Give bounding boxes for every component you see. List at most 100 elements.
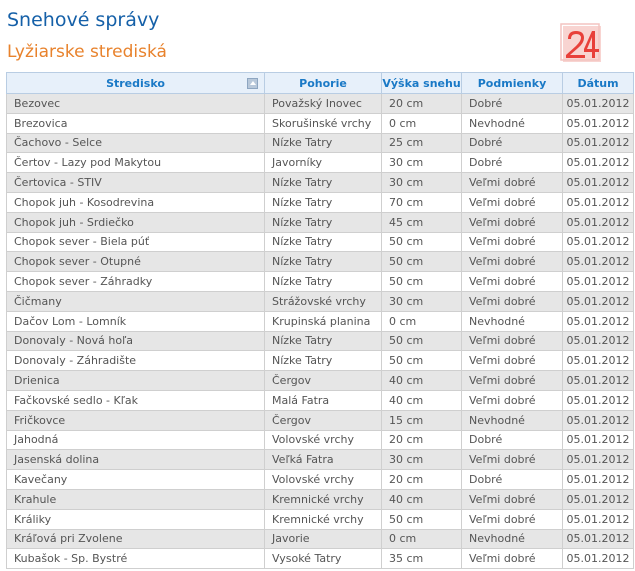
cell-conditions: Veľmi dobré — [461, 508, 563, 530]
cell-resort-name: Kavečany — [6, 469, 265, 490]
cell-report-date: 05.01.2012 — [562, 172, 634, 193]
cell-mountain-range: Volovské vrchy — [264, 469, 382, 490]
cell-mountain-range: Javorie — [264, 528, 382, 550]
column-header-stredisko[interactable]: Stredisko — [6, 72, 265, 94]
cell-snow-depth: 50 cm — [381, 271, 462, 292]
cell-mountain-range: Vysoké Tatry — [264, 548, 382, 570]
cell-conditions: Dobré — [461, 152, 563, 174]
cell-snow-depth: 20 cm — [381, 469, 462, 490]
table-row: Čertovica - STIV Nízke Tatry 30 cm Veľmi do… — [6, 172, 634, 193]
cell-snow-depth: 50 cm — [381, 330, 462, 352]
cell-snow-depth: 50 cm — [381, 508, 462, 530]
cell-snow-depth: 25 cm — [381, 132, 462, 154]
table-row: Chopok sever - Záhradky Nízke Tatry 50 cm V… — [6, 271, 634, 292]
column-header-vyska-snehu[interactable]: Výška snehu — [381, 72, 462, 94]
cell-resort-name: Jahodná — [6, 429, 265, 451]
cell-report-date: 05.01.2012 — [562, 330, 634, 352]
snow-report-table: Stredisko Pohorie Výška snehu Podmienky … — [6, 72, 634, 570]
cell-mountain-range: Nízke Tatry — [264, 251, 382, 273]
cell-snow-depth: 15 cm — [381, 409, 462, 431]
cell-conditions: Nevhodné — [461, 310, 563, 332]
cell-mountain-range: Skorušinské vrchy — [264, 112, 382, 134]
table-row: Chopok sever - Biela púť Nízke Tatry 50 cm… — [6, 231, 634, 253]
cell-resort-name: Dačov Lom - Lomník — [6, 310, 265, 332]
table-row: Kavečany Volovské vrchy 20 cm Dobré 05.01.20… — [6, 469, 634, 490]
cell-mountain-range: Nízke Tatry — [264, 350, 382, 372]
table-row: Jahodná Volovské vrchy 20 cm Dobré 05.01.201… — [6, 429, 634, 451]
cell-conditions: Veľmi dobré — [461, 271, 563, 292]
column-header-datum[interactable]: Dátum — [562, 72, 634, 94]
cell-conditions: Dobré — [461, 429, 563, 451]
table-row: Čertov - Lazy pod Makytou Javorníky 30 cm D… — [6, 152, 634, 174]
cell-resort-name: Brezovica — [6, 112, 265, 134]
cell-snow-depth: 30 cm — [381, 152, 462, 174]
column-header-pohorie[interactable]: Pohorie — [264, 72, 382, 94]
cell-resort-name: Krahule — [6, 488, 265, 510]
cell-snow-depth: 40 cm — [381, 370, 462, 391]
sort-ascending-icon[interactable] — [247, 78, 258, 89]
cell-resort-name: Jasenská dolina — [6, 449, 265, 471]
table-row: Chopok juh - Srdiečko Nízke Tatry 45 cm Veľ… — [6, 211, 634, 233]
cell-conditions: Veľmi dobré — [461, 330, 563, 352]
cell-snow-depth: 30 cm — [381, 290, 462, 312]
cell-resort-name: Čertov - Lazy pod Makytou — [6, 152, 265, 174]
cell-mountain-range: Volovské vrchy — [264, 429, 382, 451]
cell-report-date: 05.01.2012 — [562, 93, 634, 114]
cell-report-date: 05.01.2012 — [562, 528, 634, 550]
cell-conditions: Veľmi dobré — [461, 172, 563, 193]
cell-snow-depth: 45 cm — [381, 211, 462, 233]
cell-mountain-range: Považský Inovec — [264, 93, 382, 114]
cell-resort-name: Chopok juh - Kosodrevina — [6, 191, 265, 213]
cell-report-date: 05.01.2012 — [562, 508, 634, 530]
cell-resort-name: Králiky — [6, 508, 265, 530]
cell-mountain-range: Čergov — [264, 409, 382, 431]
table-row: Drienica Čergov 40 cm Veľmi dobré 05.01.2012 — [6, 370, 634, 391]
cell-report-date: 05.01.2012 — [562, 290, 634, 312]
cell-report-date: 05.01.2012 — [562, 251, 634, 273]
cell-resort-name: Fričkovce — [6, 409, 265, 431]
cell-report-date: 05.01.2012 — [562, 310, 634, 332]
cell-resort-name: Donovaly - Záhradište — [6, 350, 265, 372]
cell-report-date: 05.01.2012 — [562, 429, 634, 451]
cell-snow-depth: 0 cm — [381, 528, 462, 550]
cell-report-date: 05.01.2012 — [562, 152, 634, 174]
table-row: Chopok sever - Otupné Nízke Tatry 50 cm Veľ… — [6, 251, 634, 273]
cell-snow-depth: 30 cm — [381, 449, 462, 471]
cell-report-date: 05.01.2012 — [562, 211, 634, 233]
cell-conditions: Veľmi dobré — [461, 488, 563, 510]
table-row: Donovaly - Nová hoľa Nízke Tatry 50 cm Veľm… — [6, 330, 634, 352]
cell-mountain-range: Javorníky — [264, 152, 382, 174]
cell-resort-name: Chopok juh - Srdiečko — [6, 211, 265, 233]
column-header-podmienky[interactable]: Podmienky — [461, 72, 563, 94]
cell-resort-name: Drienica — [6, 370, 265, 391]
cell-snow-depth: 20 cm — [381, 429, 462, 451]
cell-conditions: Nevhodné — [461, 409, 563, 431]
table-row: Brezovica Skorušinské vrchy 0 cm Nevhodné 05… — [6, 112, 634, 134]
cell-snow-depth: 40 cm — [381, 389, 462, 411]
cell-mountain-range: Nízke Tatry — [264, 330, 382, 352]
cell-snow-depth: 50 cm — [381, 231, 462, 253]
cell-mountain-range: Veľká Fatra — [264, 449, 382, 471]
table-row: Chopok juh - Kosodrevina Nízke Tatry 70 cm… — [6, 191, 634, 213]
cell-report-date: 05.01.2012 — [562, 271, 634, 292]
cell-resort-name: Chopok sever - Otupné — [6, 251, 265, 273]
table-row: Jasenská dolina Veľká Fatra 30 cm Veľmi dob… — [6, 449, 634, 471]
cell-conditions: Veľmi dobré — [461, 191, 563, 213]
cell-report-date: 05.01.2012 — [562, 409, 634, 431]
table-row: Králiky Kremnické vrchy 50 cm Veľmi dobré 05… — [6, 508, 634, 530]
cell-report-date: 05.01.2012 — [562, 350, 634, 372]
cell-conditions: Nevhodné — [461, 528, 563, 550]
table-row: Donovaly - Záhradište Nízke Tatry 50 cm Veľ… — [6, 350, 634, 372]
cell-mountain-range: Nízke Tatry — [264, 172, 382, 193]
cell-report-date: 05.01.2012 — [562, 389, 634, 411]
table-row: Fričkovce Čergov 15 cm Nevhodné 05.01.2012 — [6, 409, 634, 431]
cell-snow-depth: 0 cm — [381, 310, 462, 332]
cell-report-date: 05.01.2012 — [562, 449, 634, 471]
section-title: Lyžiarske strediská — [7, 42, 167, 62]
cell-mountain-range: Kremnické vrchy — [264, 508, 382, 530]
cell-resort-name: Kráľová pri Zvolene — [6, 528, 265, 550]
cell-conditions: Dobré — [461, 132, 563, 154]
cell-report-date: 05.01.2012 — [562, 231, 634, 253]
table-row: Čachovo - Selce Nízke Tatry 25 cm Dobré 05.0… — [6, 132, 634, 154]
table-row: Fačkovské sedlo - Kľak Malá Fatra 40 cm Veľ… — [6, 389, 634, 411]
